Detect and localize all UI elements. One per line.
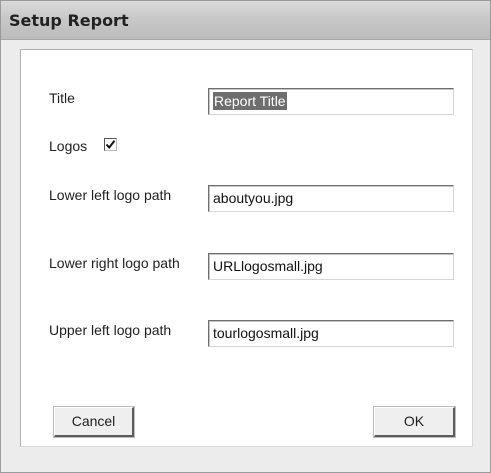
lower-right-logo-field[interactable]: URLlogosmall.jpg — [208, 253, 454, 280]
window-title: Setup Report — [9, 11, 129, 30]
lower-left-logo-field[interactable]: aboutyou.jpg — [208, 185, 454, 212]
upper-left-logo-field[interactable]: tourlogosmall.jpg — [208, 320, 454, 347]
title-bar[interactable]: Setup Report — [1, 1, 490, 40]
lower-right-logo-field-text: URLlogosmall.jpg — [213, 258, 323, 274]
title-label: Title — [49, 90, 75, 106]
ok-button[interactable]: OK — [373, 406, 456, 438]
upper-left-logo-field-text: tourlogosmall.jpg — [213, 325, 319, 341]
lower-left-logo-field-text: aboutyou.jpg — [213, 190, 294, 206]
logos-checkbox[interactable] — [104, 138, 117, 151]
lower-right-logo-label: Lower right logo path — [49, 255, 180, 271]
cancel-button[interactable]: Cancel — [53, 406, 135, 438]
checkmark-icon — [105, 140, 116, 150]
logos-label: Logos — [49, 138, 88, 154]
title-field-text: Report Title — [213, 92, 287, 110]
title-field[interactable]: Report Title — [208, 88, 454, 115]
upper-left-logo-label: Upper left logo path — [49, 322, 172, 338]
lower-left-logo-label: Lower left logo path — [49, 187, 172, 203]
